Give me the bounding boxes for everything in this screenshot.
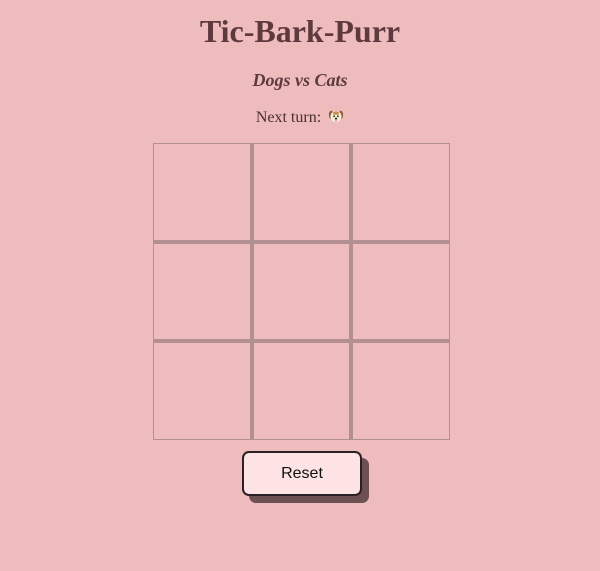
- board-cell-7[interactable]: [153, 341, 252, 440]
- board-cell-5[interactable]: [252, 242, 351, 341]
- reset-button[interactable]: Reset: [242, 451, 362, 496]
- board-cell-6[interactable]: [351, 242, 450, 341]
- board-cell-9[interactable]: [351, 341, 450, 440]
- game-board: [153, 143, 450, 440]
- game-title: Tic-Bark-Purr: [199, 13, 401, 49]
- board-cell-3[interactable]: [351, 143, 450, 242]
- board-cell-4[interactable]: [153, 242, 252, 341]
- board-cell-8[interactable]: [252, 341, 351, 440]
- dog-face-icon: [328, 108, 344, 124]
- next-turn-label: Next turn:: [255, 109, 322, 126]
- game-subtitle: Dogs vs Cats: [252, 70, 348, 90]
- next-turn-indicator: Next turn:: [0, 108, 600, 128]
- board-cell-2[interactable]: [252, 143, 351, 242]
- board-cell-1[interactable]: [153, 143, 252, 242]
